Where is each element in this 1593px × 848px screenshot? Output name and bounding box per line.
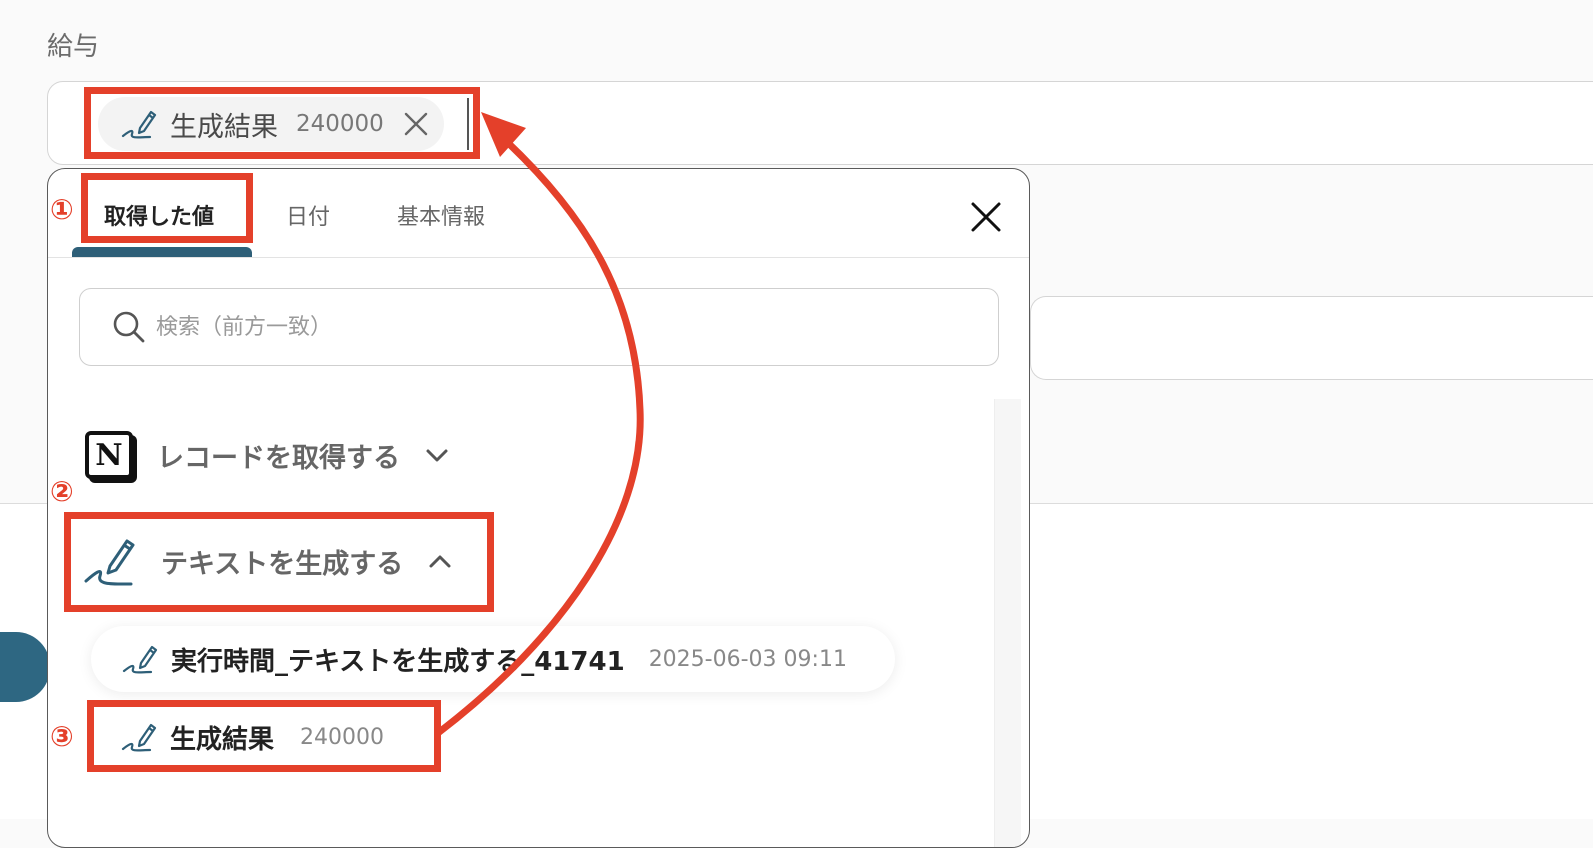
annotation-arrow	[434, 112, 644, 737]
